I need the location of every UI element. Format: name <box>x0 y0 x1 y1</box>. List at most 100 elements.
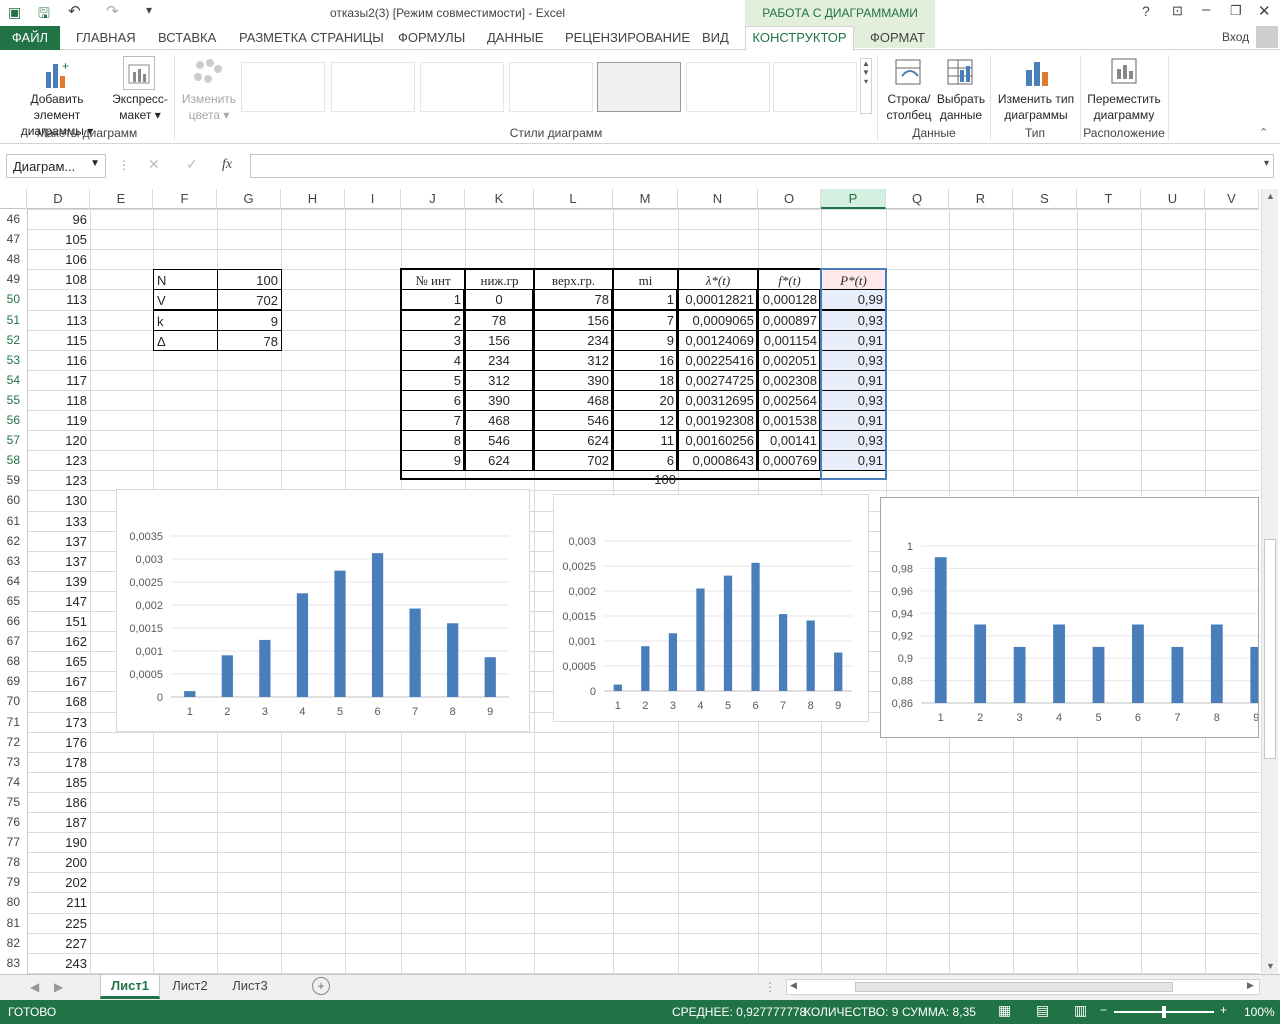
cell-d[interactable]: 120 <box>27 433 87 448</box>
bar[interactable] <box>1013 646 1026 703</box>
bar[interactable] <box>409 608 421 697</box>
table-cell[interactable]: 234 <box>465 350 534 371</box>
bar[interactable] <box>447 623 459 697</box>
row-header[interactable]: 77 <box>0 835 27 849</box>
param-value-cell[interactable]: 702 <box>217 289 282 310</box>
table-cell[interactable]: 156 <box>465 330 534 351</box>
row-header[interactable]: 46 <box>0 212 27 226</box>
column-header-k[interactable]: K <box>465 189 534 209</box>
redo-icon[interactable]: ↷ <box>106 2 119 20</box>
column-header-f[interactable]: F <box>153 189 217 209</box>
sheet-tab-2[interactable]: Лист2 <box>162 975 218 999</box>
table-cell[interactable]: 0,00124069 <box>678 330 758 351</box>
cell-d[interactable]: 168 <box>27 694 87 709</box>
select-all-corner[interactable] <box>0 189 27 209</box>
cancel-icon[interactable]: ✕ <box>148 156 160 173</box>
table-cell[interactable]: 11 <box>613 430 678 451</box>
row-header[interactable]: 48 <box>0 252 27 266</box>
signin-link[interactable]: Вход <box>1222 30 1249 44</box>
cell-d[interactable]: 176 <box>27 735 87 750</box>
chart-style-6[interactable] <box>686 62 770 112</box>
column-header-h[interactable]: H <box>281 189 345 209</box>
table-cell[interactable]: 5 <box>401 370 465 391</box>
table-cell[interactable]: 1 <box>401 289 465 310</box>
cell-d[interactable]: 137 <box>27 534 87 549</box>
table-cell[interactable]: 18 <box>613 370 678 391</box>
row-header[interactable]: 49 <box>0 272 27 286</box>
bar[interactable] <box>723 575 733 691</box>
cell-d[interactable]: 151 <box>27 614 87 629</box>
vertical-scrollbar[interactable]: ▲ ▼ <box>1261 189 1278 974</box>
cell-d[interactable]: 115 <box>27 333 87 348</box>
cell-d[interactable]: 105 <box>27 232 87 247</box>
table-cell[interactable]: 390 <box>465 390 534 411</box>
row-header[interactable]: 64 <box>0 574 27 588</box>
cell-d[interactable]: 167 <box>27 674 87 689</box>
row-header[interactable]: 65 <box>0 594 27 608</box>
name-box[interactable]: Диаграм... ▼ <box>6 154 106 178</box>
horizontal-scrollbar[interactable]: ◀ ▶ <box>786 979 1260 995</box>
tab-home[interactable]: ГЛАВНАЯ <box>76 30 136 45</box>
row-header[interactable]: 51 <box>0 313 27 327</box>
row-header[interactable]: 54 <box>0 373 27 387</box>
row-header[interactable]: 61 <box>0 514 27 528</box>
scroll-left-icon[interactable]: ◀ <box>790 980 797 991</box>
table-cell[interactable]: 0,002051 <box>758 350 821 371</box>
table-cell[interactable]: 12 <box>613 410 678 431</box>
bar[interactable] <box>221 655 233 697</box>
cell-d[interactable]: 173 <box>27 715 87 730</box>
cell-d[interactable]: 96 <box>27 212 87 227</box>
cell-d[interactable]: 106 <box>27 252 87 267</box>
table-cell[interactable]: 0,93 <box>821 390 886 411</box>
name-box-dropdown-icon[interactable]: ▼ <box>90 158 100 169</box>
row-header[interactable]: 58 <box>0 453 27 467</box>
table-cell[interactable]: 0,93 <box>821 310 886 331</box>
param-value-cell[interactable]: 9 <box>217 310 282 331</box>
page-layout-view-icon[interactable]: ▤ <box>1036 1002 1049 1019</box>
row-header[interactable]: 60 <box>0 493 27 507</box>
table-cell[interactable]: 3 <box>401 330 465 351</box>
formula-input[interactable]: ▾ <box>250 154 1274 178</box>
bar[interactable] <box>334 570 346 697</box>
chart-style-4[interactable] <box>509 62 593 112</box>
table-header-cell[interactable]: λ*(t) <box>678 269 758 290</box>
row-header[interactable]: 72 <box>0 735 27 749</box>
table-cell[interactable]: 0,99 <box>821 289 886 310</box>
column-header-u[interactable]: U <box>1141 189 1205 209</box>
table-cell[interactable]: 0,001538 <box>758 410 821 431</box>
bar[interactable] <box>1132 624 1144 704</box>
cell-d[interactable]: 187 <box>27 815 87 830</box>
column-header-j[interactable]: J <box>401 189 465 209</box>
table-cell[interactable]: 0 <box>465 289 534 310</box>
table-cell[interactable]: 312 <box>534 350 613 371</box>
table-cell[interactable]: 4 <box>401 350 465 371</box>
cell-d[interactable]: 186 <box>27 795 87 810</box>
param-value-cell[interactable]: 78 <box>217 330 282 351</box>
table-cell[interactable]: 2 <box>401 310 465 331</box>
row-header[interactable]: 79 <box>0 875 27 889</box>
table-header-cell[interactable]: ниж.гр <box>465 269 534 290</box>
tab-review[interactable]: РЕЦЕНЗИРОВАНИЕ <box>565 30 690 45</box>
table-cell[interactable]: 1 <box>613 289 678 310</box>
row-header[interactable]: 67 <box>0 634 27 648</box>
zoom-in-icon[interactable]: + <box>1220 1003 1227 1017</box>
cell-d[interactable]: 117 <box>27 373 87 388</box>
column-header-i[interactable]: I <box>345 189 401 209</box>
table-header-cell[interactable]: mi <box>613 269 678 290</box>
chart-p[interactable]: 0,86 0,88 0,9 0,92 0,94 0,96 0,98 1 1 2 3 4 5 6 7 8 9 <box>880 497 1276 738</box>
cell-d[interactable]: 133 <box>27 514 87 529</box>
column-header-d[interactable]: D <box>27 189 90 209</box>
add-sheet-icon[interactable]: + <box>312 977 330 995</box>
table-cell[interactable]: 78 <box>465 310 534 331</box>
cell-d[interactable]: 118 <box>27 393 87 408</box>
row-header[interactable]: 78 <box>0 855 27 869</box>
bar[interactable] <box>184 691 196 697</box>
close-icon[interactable]: ✕ <box>1258 2 1271 20</box>
column-header-t[interactable]: T <box>1077 189 1141 209</box>
row-header[interactable]: 59 <box>0 473 27 487</box>
tab-format[interactable]: ФОРМАТ <box>870 30 925 45</box>
help-icon[interactable]: ? <box>1142 3 1150 19</box>
chart-f[interactable]: 0 0,0005 0,001 0,0015 0,002 0,0025 0,003 1 2 3 4 5 6… <box>553 494 869 722</box>
table-header-cell[interactable]: № инт <box>401 269 465 290</box>
row-header[interactable]: 83 <box>0 956 27 970</box>
